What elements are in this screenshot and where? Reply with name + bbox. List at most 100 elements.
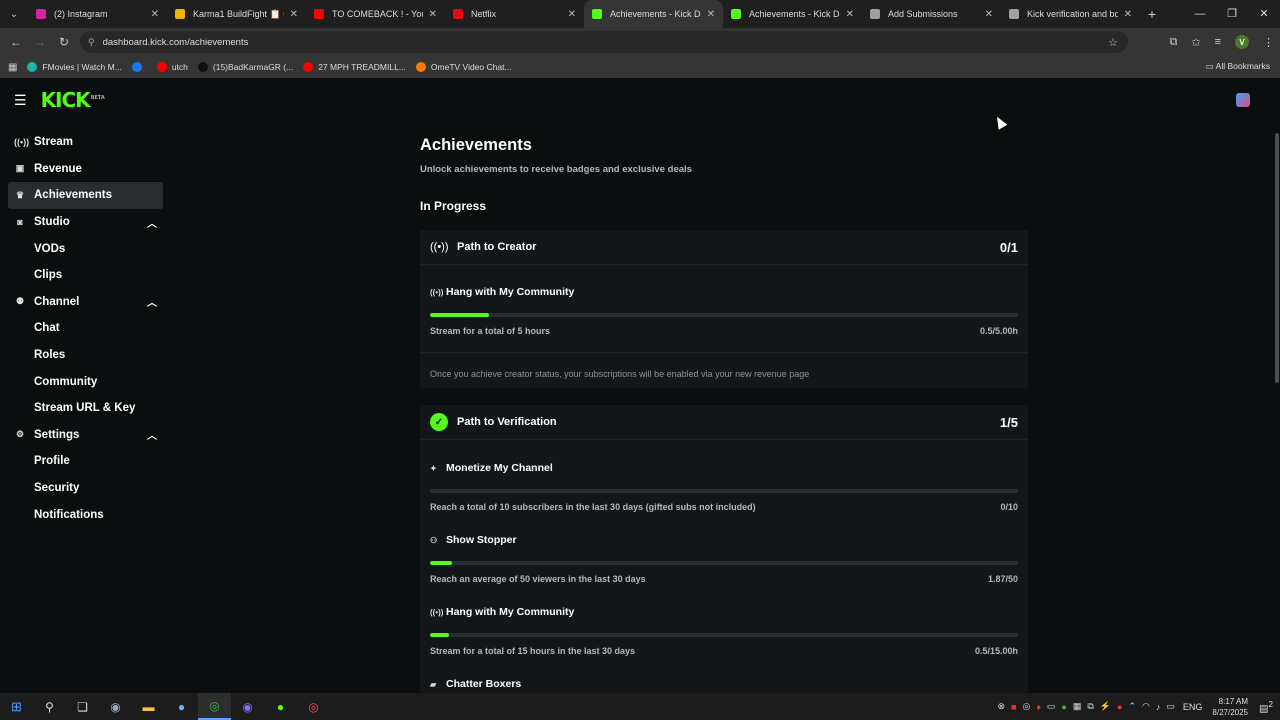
task-view-icon[interactable]: ❏ xyxy=(66,693,99,720)
bookmark-item[interactable]: OmeTV Video Chat... xyxy=(415,62,512,72)
forward-icon[interactable]: → xyxy=(28,35,52,49)
close-tab-icon[interactable]: ✕ xyxy=(568,9,576,20)
sidebar-item-stream-url-key[interactable]: Stream URL & Key xyxy=(8,395,163,422)
notification-center-icon[interactable]: ▤2 xyxy=(1256,699,1276,714)
sidebar-item-settings[interactable]: ⚙ Settings ︿ xyxy=(8,422,163,449)
sidebar-item-clips[interactable]: Clips xyxy=(8,262,163,289)
kick-app-icon[interactable]: ● xyxy=(264,693,297,720)
browser-menu-icon[interactable]: ⋮ xyxy=(1263,36,1274,49)
close-window-icon[interactable]: ✕ xyxy=(1248,0,1280,28)
sidebar-item-vods[interactable]: VODs xyxy=(8,235,163,262)
back-icon[interactable]: ← xyxy=(4,35,28,49)
bookmark-star-icon[interactable]: ☆ xyxy=(1108,36,1118,49)
sidebar-item-notifications[interactable]: Notifications xyxy=(8,501,163,528)
tray-icon[interactable]: ♦ xyxy=(1036,702,1041,712)
search-icon[interactable]: ⚲ xyxy=(33,693,66,720)
tray-icon[interactable]: ◎ xyxy=(1022,701,1030,712)
reload-icon[interactable]: ↻ xyxy=(52,35,76,49)
tab-search-icon[interactable]: ⌄ xyxy=(0,0,28,28)
progress-fill xyxy=(430,633,450,637)
sidebar-item-revenue[interactable]: ▣ Revenue xyxy=(8,156,163,183)
page-scrollbar[interactable] xyxy=(1274,81,1280,693)
sidebar-item-studio[interactable]: ◙ Studio ︿ xyxy=(8,209,163,236)
app-icon[interactable]: ◎ xyxy=(297,693,330,720)
volume-icon[interactable]: ♪ xyxy=(1156,702,1161,712)
close-tab-icon[interactable]: ✕ xyxy=(707,9,715,20)
browser-tab[interactable]: Achievements - Kick Dash ✕ xyxy=(584,0,723,28)
sidebar-item-achievements[interactable]: ♛ Achievements xyxy=(8,182,163,209)
browser-tab[interactable]: Netflix ✕ xyxy=(445,0,584,28)
close-tab-icon[interactable]: ✕ xyxy=(985,9,993,20)
minimize-icon[interactable]: — xyxy=(1184,0,1216,28)
card-header[interactable]: ✓ Path to Verification 1/5 xyxy=(420,405,1028,440)
apps-grid-icon[interactable]: ▦ xyxy=(8,62,17,73)
extensions-icon[interactable]: ⧉ xyxy=(1170,36,1178,49)
tray-icon[interactable]: ▦ xyxy=(1073,701,1082,712)
achievement-progress: 0.5/5.00h xyxy=(979,326,1018,336)
restore-icon[interactable]: ❐ xyxy=(1216,0,1248,28)
close-tab-icon[interactable]: ✕ xyxy=(290,9,298,20)
battery-icon[interactable]: ▭ xyxy=(1166,701,1175,712)
favorites-icon[interactable]: ✩ xyxy=(1191,36,1200,49)
sidebar-item-stream[interactable]: ((•)) Stream xyxy=(8,129,163,156)
close-tab-icon[interactable]: ✕ xyxy=(846,9,854,20)
browser-tab[interactable]: Add Submissions ✕ xyxy=(862,0,1001,28)
sidebar-item-security[interactable]: Security xyxy=(8,475,163,502)
sidebar-item-chat[interactable]: Chat xyxy=(8,315,163,342)
tray-icon[interactable]: ⚡ xyxy=(1100,701,1111,712)
address-bar[interactable]: ⚲ dashboard.kick.com/achievements ☆ xyxy=(80,31,1128,53)
sidebar-item-roles[interactable]: Roles xyxy=(8,342,163,369)
scrollbar-thumb[interactable] xyxy=(1275,133,1279,383)
language-indicator[interactable]: ENG xyxy=(1183,702,1203,712)
tray-icon[interactable]: ⧉ xyxy=(1087,701,1093,712)
clock[interactable]: 8:17 AM 8/27/2025 xyxy=(1212,696,1248,718)
sidebar-item-label: VODs xyxy=(34,242,66,255)
close-tab-icon[interactable]: ✕ xyxy=(151,9,159,20)
tray-icon[interactable]: ⊗ xyxy=(997,701,1005,712)
bookmark-item[interactable]: 27 MPH TREADMILL... xyxy=(303,62,406,72)
bookmark-item[interactable] xyxy=(131,62,147,72)
tray-icon[interactable]: ▭ xyxy=(1047,701,1056,712)
browser-tab[interactable]: Karma1 BuildFight 📋 64... ✕ xyxy=(167,0,306,28)
hamburger-menu-icon[interactable]: ☰ xyxy=(14,92,27,109)
achievement-title: Hang with My Community xyxy=(446,286,575,298)
window-controls: — ❐ ✕ xyxy=(1184,0,1280,28)
card-header[interactable]: ((•)) Path to Creator 0/1 xyxy=(420,230,1028,265)
browser-tab[interactable]: TO COMEBACK ! - YouTub ✕ xyxy=(306,0,445,28)
sidebar-item-community[interactable]: Community xyxy=(8,368,163,395)
site-info-icon[interactable]: ⚲ xyxy=(88,37,95,48)
sidebar-item-profile[interactable]: Profile xyxy=(8,448,163,475)
chevron-up-icon[interactable]: ︿ xyxy=(147,215,157,230)
browser-tab[interactable]: Kick verification and bots ✕ xyxy=(1001,0,1140,28)
new-tab-button[interactable]: + xyxy=(1140,6,1164,22)
kick-logo[interactable]: KICKBETA xyxy=(41,88,105,112)
section-heading: In Progress xyxy=(420,199,487,213)
user-avatar[interactable] xyxy=(1236,93,1250,107)
file-explorer-icon[interactable]: ▬ xyxy=(132,693,165,720)
media-controls-icon[interactable]: ≡ xyxy=(1215,36,1221,48)
bookmark-item[interactable]: utch xyxy=(156,62,188,72)
profile-avatar[interactable]: V xyxy=(1235,35,1249,49)
steam-icon[interactable]: ◉ xyxy=(99,693,132,720)
start-icon[interactable]: ⊞ xyxy=(0,693,33,720)
browser-tab[interactable]: (2) Instagram ✕ xyxy=(28,0,167,28)
close-tab-icon[interactable]: ✕ xyxy=(429,9,437,20)
tray-icon[interactable]: ■ xyxy=(1011,702,1016,712)
chevron-up-icon[interactable]: ︿ xyxy=(147,294,157,309)
app-icon[interactable]: ● xyxy=(165,693,198,720)
sidebar-item-channel[interactable]: ⚉ Channel ︿ xyxy=(8,289,163,316)
logo-text: KICK xyxy=(40,88,91,112)
all-bookmarks-button[interactable]: ▭ All Bookmarks xyxy=(1206,61,1270,72)
clock-time: 8:17 AM xyxy=(1218,696,1248,706)
bookmark-item[interactable]: FMovies | Watch M... xyxy=(27,62,122,72)
tray-icon[interactable]: ● xyxy=(1117,702,1122,712)
discord-icon[interactable]: ◉ xyxy=(231,693,264,720)
wifi-icon[interactable]: ◠ xyxy=(1142,701,1150,712)
close-tab-icon[interactable]: ✕ xyxy=(1124,9,1132,20)
bookmark-item[interactable]: (15)BadKarmaGR (... xyxy=(197,62,293,72)
chevron-up-icon[interactable]: ︿ xyxy=(147,427,157,442)
show-hidden-icon[interactable]: ⌃ xyxy=(1128,701,1136,712)
chrome-icon[interactable]: ◎ xyxy=(198,693,231,720)
tray-icon[interactable]: ● xyxy=(1061,702,1066,712)
browser-tab[interactable]: Achievements - Kick Dash ✕ xyxy=(723,0,862,28)
